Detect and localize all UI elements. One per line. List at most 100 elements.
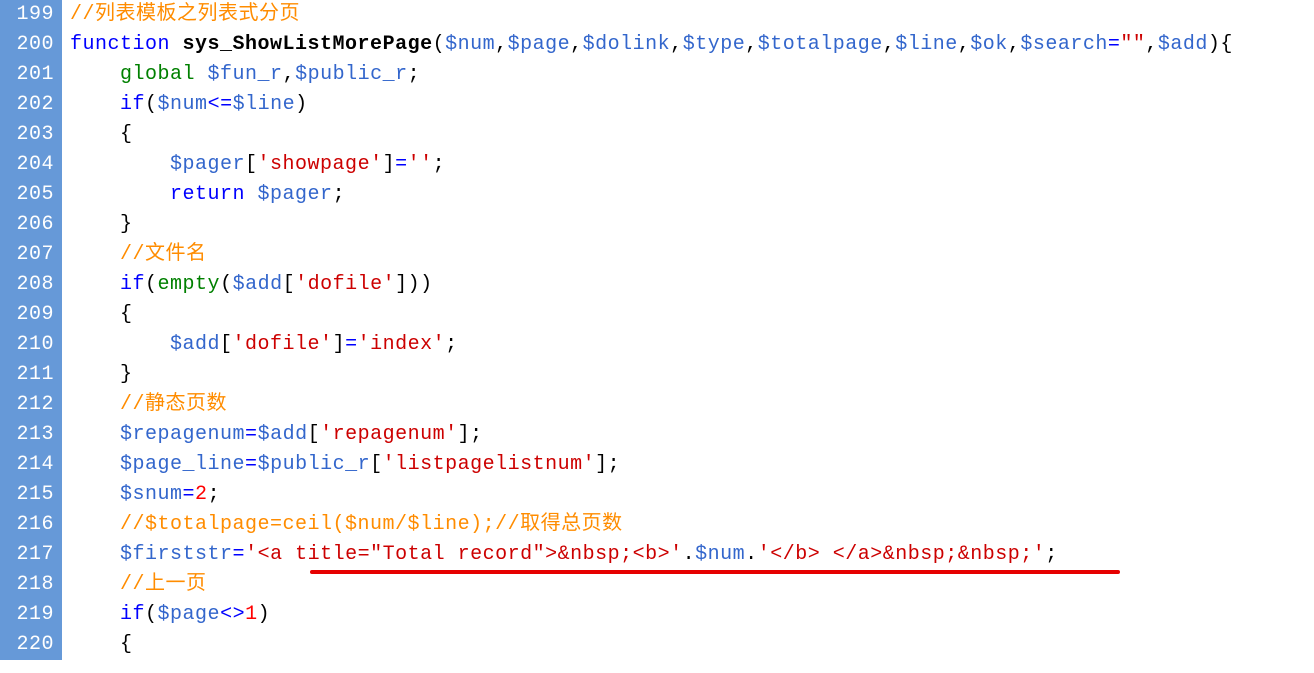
code-line[interactable]: global $fun_r,$public_r; (70, 60, 1314, 90)
token-var: $public_r (295, 63, 408, 86)
token-var: $page (508, 33, 571, 56)
token-var: $num (695, 543, 745, 566)
code-line[interactable]: { (70, 300, 1314, 330)
token-plain (70, 183, 170, 206)
code-line[interactable]: $snum=2; (70, 480, 1314, 510)
token-var: $public_r (258, 453, 371, 476)
token-comment: //列表模板之列表式分页 (70, 3, 300, 26)
token-plain (70, 243, 120, 266)
token-op: <> (220, 603, 245, 626)
code-area[interactable]: //列表模板之列表式分页 function sys_ShowListMorePag… (62, 0, 1314, 660)
token-string: 'dofile' (295, 273, 395, 296)
token-plain (195, 63, 208, 86)
token-var: $ok (970, 33, 1008, 56)
token-op: = (395, 153, 408, 176)
code-line[interactable]: if($page<>1) (70, 600, 1314, 630)
token-op: = (245, 453, 258, 476)
token-punct: ( (145, 273, 158, 296)
line-number: 211 (4, 360, 54, 390)
token-var: $fun_r (208, 63, 283, 86)
token-punct: , (883, 33, 896, 56)
line-number: 208 (4, 270, 54, 300)
token-var: $dolink (583, 33, 671, 56)
token-plain (70, 123, 120, 146)
line-number: 218 (4, 570, 54, 600)
line-number: 199 (4, 0, 54, 30)
token-string: 'repagenum' (320, 423, 458, 446)
code-line[interactable]: return $pager; (70, 180, 1314, 210)
token-punct: , (745, 33, 758, 56)
token-plain (245, 183, 258, 206)
token-comment: //$totalpage=ceil($num/$line);//取得总页数 (120, 513, 623, 536)
token-var: $add (233, 273, 283, 296)
token-punct: ( (145, 603, 158, 626)
token-comment: //上一页 (120, 573, 207, 596)
code-line[interactable]: //静态页数 (70, 390, 1314, 420)
code-line[interactable]: if($num<=$line) (70, 90, 1314, 120)
code-line[interactable]: //列表模板之列表式分页 (70, 0, 1314, 30)
code-line[interactable]: function sys_ShowListMorePage($num,$page… (70, 30, 1314, 60)
token-punct: ])) (395, 273, 433, 296)
token-num: 2 (195, 483, 208, 506)
code-line[interactable]: } (70, 360, 1314, 390)
line-number: 206 (4, 210, 54, 240)
token-punct: ] (383, 153, 396, 176)
token-keyword: return (170, 183, 245, 206)
token-punct: [ (308, 423, 321, 446)
token-punct: } (120, 213, 133, 236)
token-plain (170, 33, 183, 56)
token-plain (70, 573, 120, 596)
token-punct: ; (433, 153, 446, 176)
token-keyword: if (120, 603, 145, 626)
token-var: $search (1020, 33, 1108, 56)
code-line[interactable]: //$totalpage=ceil($num/$line);//取得总页数 (70, 510, 1314, 540)
token-string: '</b> </a>&nbsp;&nbsp;' (758, 543, 1046, 566)
token-punct: [ (245, 153, 258, 176)
line-number-gutter: 1992002012022032042052062072082092102112… (0, 0, 62, 660)
line-number: 217 (4, 540, 54, 570)
token-op: = (345, 333, 358, 356)
token-plain (70, 393, 120, 416)
token-punct: , (1008, 33, 1021, 56)
token-punct: ( (145, 93, 158, 116)
token-var: $page_line (120, 453, 245, 476)
token-plain (70, 93, 120, 116)
token-op: = (1108, 33, 1121, 56)
token-punct: ; (408, 63, 421, 86)
code-line[interactable]: //上一页 (70, 570, 1314, 600)
token-plain (70, 453, 120, 476)
token-plain (70, 483, 120, 506)
token-var: $firststr (120, 543, 233, 566)
token-string: 'listpagelistnum' (383, 453, 596, 476)
token-punct: } (120, 363, 133, 386)
code-line[interactable]: { (70, 630, 1314, 660)
token-punct: ; (333, 183, 346, 206)
token-punct: , (958, 33, 971, 56)
token-string: "" (1120, 33, 1145, 56)
code-line[interactable]: { (70, 120, 1314, 150)
token-green: global (120, 63, 195, 86)
token-plain (70, 633, 120, 656)
line-number: 216 (4, 510, 54, 540)
token-punct: { (120, 633, 133, 656)
token-plain (70, 303, 120, 326)
code-line[interactable]: } (70, 210, 1314, 240)
code-line[interactable]: $page_line=$public_r['listpagelistnum']; (70, 450, 1314, 480)
token-punct: , (570, 33, 583, 56)
line-number: 209 (4, 300, 54, 330)
code-line[interactable]: $repagenum=$add['repagenum']; (70, 420, 1314, 450)
line-number: 215 (4, 480, 54, 510)
token-func: sys_ShowListMorePage (183, 33, 433, 56)
token-var: $num (445, 33, 495, 56)
token-var: $line (233, 93, 296, 116)
line-number: 201 (4, 60, 54, 90)
code-line[interactable]: $add['dofile']='index'; (70, 330, 1314, 360)
token-punct: , (670, 33, 683, 56)
code-line[interactable]: $pager['showpage']=''; (70, 150, 1314, 180)
code-line[interactable]: if(empty($add['dofile'])) (70, 270, 1314, 300)
token-keyword: if (120, 273, 145, 296)
token-string: 'showpage' (258, 153, 383, 176)
code-line[interactable]: $firststr='<a title="Total record">&nbsp… (70, 540, 1314, 570)
token-string: 'dofile' (233, 333, 333, 356)
code-line[interactable]: //文件名 (70, 240, 1314, 270)
